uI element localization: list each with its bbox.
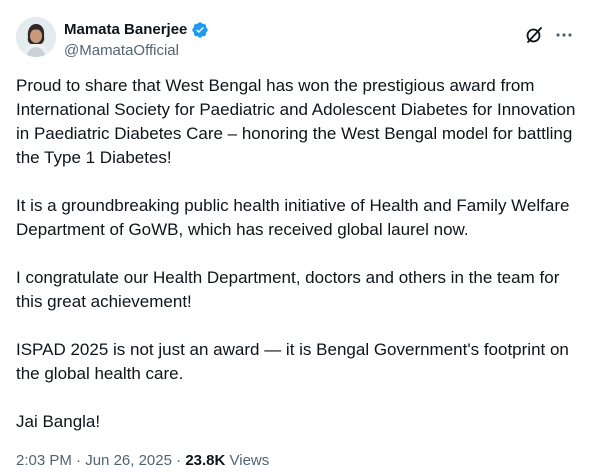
grok-button[interactable] [521,22,547,48]
meta-separator: · [176,452,182,469]
more-options-button[interactable] [551,22,577,48]
verified-badge-icon[interactable] [191,21,209,39]
post-paragraph: ISPAD 2025 is not just an award — it is … [16,340,569,383]
post-time[interactable]: 2:03 PM [16,452,72,469]
post-date[interactable]: Jun 26, 2025 [85,452,172,469]
grok-icon [526,27,542,43]
more-options-icon [556,33,572,37]
post-meta: 2:03 PM · Jun 26, 2025 · 23.8K Views [16,451,269,471]
post-paragraph: Proud to share that West Bengal has won … [16,76,576,167]
header-actions [517,22,577,48]
author-handle[interactable]: @MamataOfficial [64,41,209,61]
post-paragraph: Jai Bangla! [16,412,101,431]
profile-photo [16,17,56,57]
post-paragraph: It is a groundbreaking public health ini… [16,196,570,239]
display-name[interactable]: Mamata Banerjee [64,20,187,40]
post-paragraph: I congratulate our Health Department, do… [16,268,560,311]
views-count: 23.8K [185,452,226,469]
name-row: Mamata Banerjee [64,20,209,40]
author-names: Mamata Banerjee @MamataOfficial [64,20,209,61]
post: Mamata Banerjee @MamataOfficial Proud to… [0,0,593,476]
avatar[interactable] [16,17,56,57]
meta-separator: · [76,452,82,469]
post-text: Proud to share that West Bengal has won … [16,74,577,434]
post-header: Mamata Banerjee @MamataOfficial [16,16,577,62]
views-label: Views [229,452,270,469]
